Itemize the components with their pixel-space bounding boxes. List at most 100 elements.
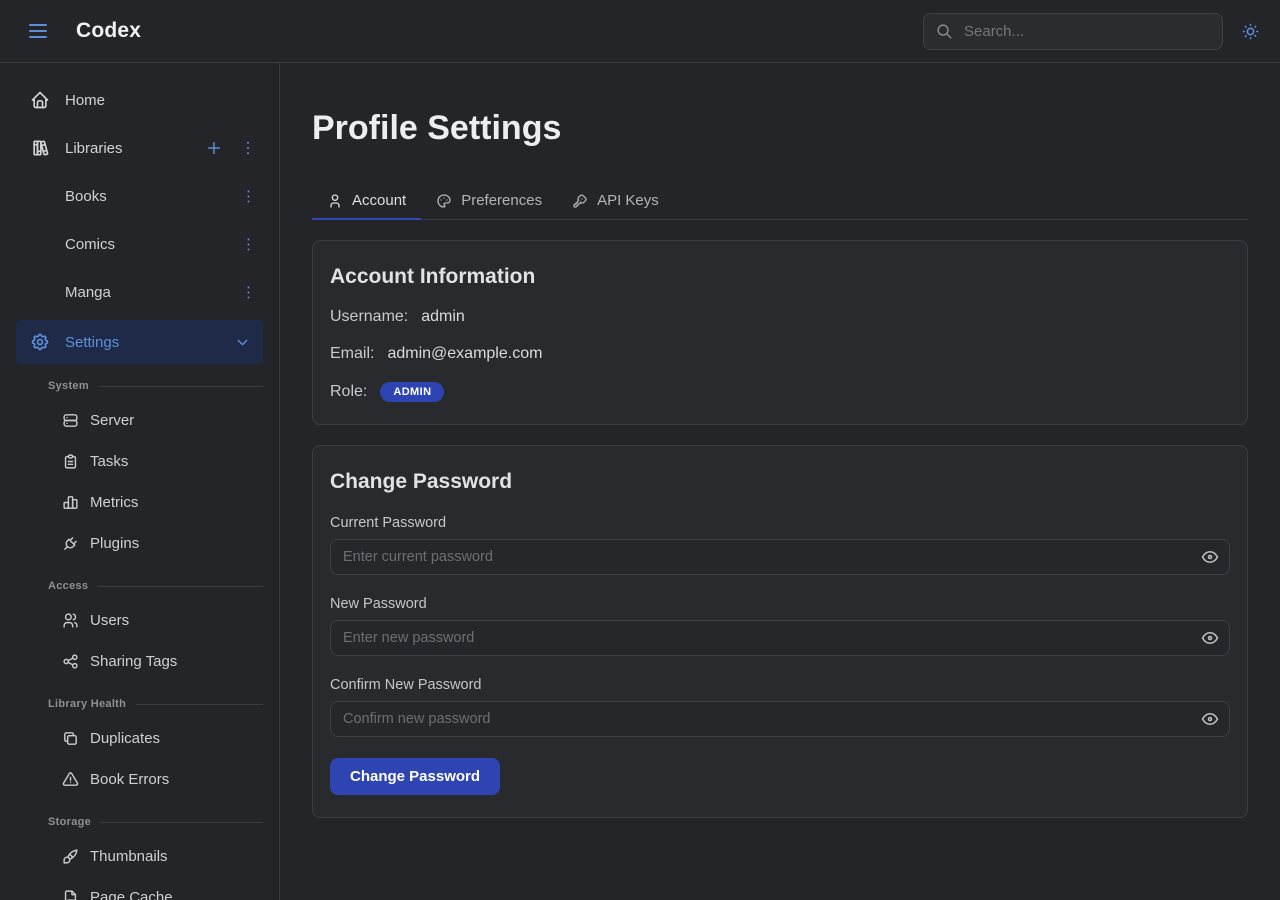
settings-expand [234, 334, 251, 351]
sidebar-item-home[interactable]: Home [0, 76, 279, 124]
sidebar-section-system: System [48, 372, 263, 400]
sidebar-item-label: Page Cache [90, 889, 173, 900]
card-title: Account Information [330, 265, 1230, 289]
current-password-label: Current Password [330, 515, 1230, 531]
menu-icon[interactable] [22, 15, 54, 47]
search-input[interactable] [962, 22, 1210, 41]
sidebar-item-label: Plugins [90, 535, 139, 552]
sidebar-item-duplicates[interactable]: Duplicates [0, 718, 279, 759]
bar-chart-icon [62, 494, 79, 511]
sidebar-item-manga[interactable]: Manga [0, 268, 279, 316]
new-password-field [330, 620, 1230, 656]
search-icon [936, 23, 953, 40]
tab-label: Preferences [461, 192, 542, 209]
change-password-button[interactable]: Change Password [330, 758, 500, 795]
role-badge: ADMIN [380, 382, 444, 402]
key-icon [572, 193, 588, 209]
sidebar: Home Libraries Books Comics Manga Settin… [0, 63, 280, 900]
home-icon [30, 90, 50, 110]
share-icon [62, 653, 79, 670]
section-title: System [48, 380, 89, 392]
section-title: Access [48, 580, 88, 592]
sidebar-item-label: Duplicates [90, 730, 160, 747]
sidebar-item-server[interactable]: Server [0, 400, 279, 441]
current-password-input[interactable] [330, 539, 1230, 575]
server-icon [62, 412, 79, 429]
section-divider [98, 586, 263, 587]
main-content: Profile Settings Account Preferences API… [280, 63, 1280, 900]
tab-api-keys[interactable]: API Keys [557, 184, 674, 219]
new-password-input[interactable] [330, 620, 1230, 656]
sidebar-item-thumbnails[interactable]: Thumbnails [0, 836, 279, 877]
theme-toggle-sun-icon[interactable] [1237, 18, 1264, 45]
sidebar-item-metrics[interactable]: Metrics [0, 482, 279, 523]
comics-kebab-menu-icon[interactable] [238, 234, 259, 255]
email-label: Email: [330, 345, 374, 363]
add-library-icon[interactable] [203, 137, 225, 159]
role-label: Role: [330, 383, 367, 401]
card-title: Change Password [330, 470, 1230, 494]
sidebar-item-books[interactable]: Books [0, 172, 279, 220]
books-kebab-menu-icon[interactable] [238, 186, 259, 207]
tab-label: API Keys [597, 192, 659, 209]
pdf-file-icon [62, 889, 79, 900]
sidebar-item-label: Metrics [90, 494, 138, 511]
sidebar-item-label: Server [90, 412, 134, 429]
libraries-kebab-menu-icon[interactable] [237, 137, 259, 159]
library-books-icon [30, 138, 50, 158]
email-row: Email: admin@example.com [330, 345, 1230, 363]
sidebar-item-label: Home [65, 92, 105, 109]
role-row: Role: ADMIN [330, 382, 1230, 402]
tab-preferences[interactable]: Preferences [421, 184, 557, 219]
username-value: admin [421, 308, 465, 326]
sidebar-item-settings[interactable]: Settings [16, 320, 263, 364]
clipboard-icon [62, 453, 79, 470]
sidebar-section-library-health: Library Health [48, 690, 263, 718]
sidebar-item-tasks[interactable]: Tasks [0, 441, 279, 482]
sidebar-item-page-cache[interactable]: Page Cache [0, 877, 279, 900]
library-actions [203, 137, 259, 159]
palette-icon [436, 193, 452, 209]
users-icon [62, 612, 79, 629]
show-password-eye-icon[interactable] [1199, 708, 1221, 730]
sidebar-item-label: Sharing Tags [90, 653, 177, 670]
sidebar-item-users[interactable]: Users [0, 600, 279, 641]
sidebar-item-label: Book Errors [90, 771, 169, 788]
tab-account[interactable]: Account [312, 184, 421, 219]
search-box[interactable] [923, 13, 1223, 50]
sidebar-item-libraries[interactable]: Libraries [0, 124, 279, 172]
sidebar-item-label: Thumbnails [90, 848, 168, 865]
tabs: Account Preferences API Keys [312, 184, 1248, 220]
confirm-password-input[interactable] [330, 701, 1230, 737]
tab-label: Account [352, 192, 406, 209]
sidebar-item-label: Manga [65, 284, 111, 301]
paintbrush-icon [62, 848, 79, 865]
sidebar-item-label: Tasks [90, 453, 128, 470]
email-value: admin@example.com [387, 345, 542, 363]
sidebar-item-label: Comics [65, 236, 115, 253]
user-icon [327, 193, 343, 209]
show-password-eye-icon[interactable] [1199, 627, 1221, 649]
section-divider [136, 704, 263, 705]
copy-icon [62, 730, 79, 747]
sidebar-section-storage: Storage [48, 808, 263, 836]
confirm-password-field [330, 701, 1230, 737]
warning-triangle-icon [62, 771, 79, 788]
chevron-down-icon [234, 334, 251, 351]
section-divider [99, 386, 263, 387]
change-password-card: Change Password Current Password New Pas… [312, 445, 1248, 818]
section-divider [101, 822, 263, 823]
account-information-card: Account Information Username: admin Emai… [312, 240, 1248, 425]
sidebar-item-sharing-tags[interactable]: Sharing Tags [0, 641, 279, 682]
username-label: Username: [330, 308, 408, 326]
sidebar-item-label: Libraries [65, 140, 123, 157]
sidebar-item-book-errors[interactable]: Book Errors [0, 759, 279, 800]
plug-icon [62, 535, 79, 552]
manga-kebab-menu-icon[interactable] [238, 282, 259, 303]
sidebar-item-plugins[interactable]: Plugins [0, 523, 279, 564]
current-password-field [330, 539, 1230, 575]
confirm-password-label: Confirm New Password [330, 677, 1230, 693]
sidebar-item-comics[interactable]: Comics [0, 220, 279, 268]
section-title: Storage [48, 816, 91, 828]
show-password-eye-icon[interactable] [1199, 546, 1221, 568]
